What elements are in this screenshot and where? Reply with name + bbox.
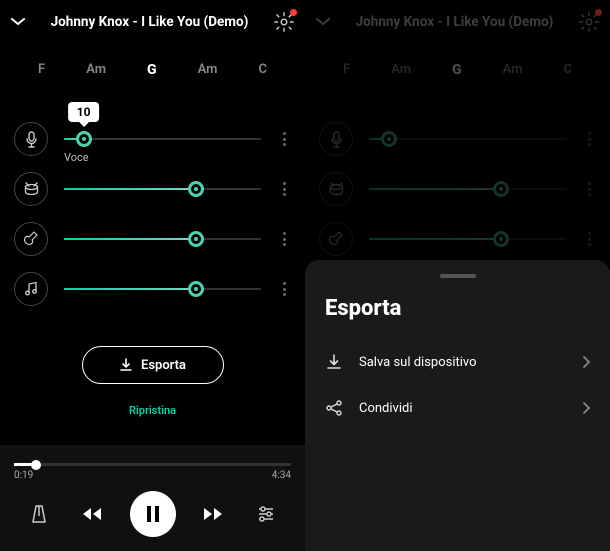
track-title: Johnny Knox - I Like You (Demo) bbox=[341, 14, 568, 30]
more-icon[interactable] bbox=[277, 182, 291, 196]
download-icon bbox=[325, 353, 343, 371]
header: Johnny Knox - I Like You (Demo) bbox=[0, 0, 305, 44]
track-list bbox=[305, 114, 610, 264]
screen-export-sheet: Johnny Knox - I Like You (Demo) F Am G A… bbox=[305, 0, 610, 551]
settings-button[interactable] bbox=[273, 11, 295, 33]
chord[interactable]: Am bbox=[198, 62, 218, 78]
mixer-icon[interactable] bbox=[251, 506, 281, 522]
more-icon bbox=[582, 232, 596, 246]
track-label: Voce bbox=[64, 151, 89, 164]
drums-icon[interactable] bbox=[14, 172, 48, 206]
sheet-item-save[interactable]: Salva sul dispositivo bbox=[325, 339, 590, 385]
track-row-drums bbox=[14, 164, 291, 214]
track-row-drums bbox=[319, 164, 596, 214]
progress-slider[interactable] bbox=[14, 463, 291, 466]
time-total: 4:34 bbox=[272, 470, 291, 481]
more-icon[interactable] bbox=[277, 132, 291, 146]
notification-dot-icon bbox=[595, 9, 602, 16]
pause-icon bbox=[146, 506, 160, 522]
volume-slider bbox=[369, 138, 566, 140]
chevron-right-icon bbox=[582, 356, 590, 368]
metronome-icon[interactable] bbox=[24, 504, 54, 524]
music-note-icon[interactable] bbox=[14, 272, 48, 306]
track-list: 10 Voce bbox=[0, 114, 305, 314]
guitar-icon bbox=[319, 222, 353, 256]
collapse-chevron-icon[interactable] bbox=[10, 18, 26, 26]
chord: Am bbox=[391, 62, 411, 78]
volume-slider[interactable] bbox=[64, 288, 261, 290]
chord-active[interactable]: G bbox=[147, 62, 157, 78]
track-row-guitar bbox=[319, 214, 596, 264]
drums-icon bbox=[319, 172, 353, 206]
volume-slider bbox=[369, 238, 566, 240]
export-sheet: Esporta Salva sul dispositivo Condividi bbox=[305, 260, 610, 551]
track-row-voice: 10 Voce bbox=[14, 114, 291, 164]
sheet-handle[interactable] bbox=[440, 274, 476, 278]
chord-strip[interactable]: F Am G Am C bbox=[0, 44, 305, 94]
chord: Am bbox=[503, 62, 523, 78]
track-row-music bbox=[14, 264, 291, 314]
volume-slider[interactable] bbox=[64, 238, 261, 240]
chevron-right-icon bbox=[582, 402, 590, 414]
more-icon bbox=[582, 182, 596, 196]
export-button[interactable]: Esporta bbox=[82, 346, 224, 384]
collapse-chevron-icon[interactable] bbox=[315, 18, 331, 26]
notification-dot-icon bbox=[290, 9, 297, 16]
mic-icon bbox=[319, 122, 353, 156]
chord[interactable]: Am bbox=[86, 62, 106, 78]
slider-tooltip: 10 bbox=[68, 102, 100, 122]
track-title: Johnny Knox - I Like You (Demo) bbox=[36, 14, 263, 30]
volume-slider[interactable] bbox=[64, 188, 261, 190]
track-row-voice bbox=[319, 114, 596, 164]
chord: C bbox=[563, 62, 572, 78]
volume-slider[interactable]: 10 Voce bbox=[64, 138, 261, 140]
sheet-item-share[interactable]: Condividi bbox=[325, 385, 590, 431]
player-bar: 0:19 4:34 bbox=[0, 445, 305, 551]
forward-button[interactable] bbox=[198, 507, 228, 521]
header: Johnny Knox - I Like You (Demo) bbox=[305, 0, 610, 44]
guitar-icon[interactable] bbox=[14, 222, 48, 256]
export-label: Esporta bbox=[141, 358, 186, 373]
share-icon bbox=[325, 399, 343, 417]
more-icon[interactable] bbox=[277, 282, 291, 296]
sheet-title: Esporta bbox=[325, 296, 590, 321]
more-icon bbox=[582, 132, 596, 146]
more-icon[interactable] bbox=[277, 232, 291, 246]
download-icon bbox=[119, 358, 133, 372]
sheet-item-label: Condividi bbox=[359, 401, 413, 416]
track-row-guitar bbox=[14, 214, 291, 264]
chord-active: G bbox=[452, 62, 462, 78]
restore-link[interactable]: Ripristina bbox=[0, 404, 305, 417]
settings-button[interactable] bbox=[578, 11, 600, 33]
rewind-button[interactable] bbox=[77, 507, 107, 521]
chord: F bbox=[343, 62, 350, 78]
chord[interactable]: F bbox=[38, 62, 45, 78]
play-pause-button[interactable] bbox=[130, 491, 176, 537]
volume-slider bbox=[369, 188, 566, 190]
chord[interactable]: C bbox=[258, 62, 267, 78]
screen-mixer: Johnny Knox - I Like You (Demo) F Am G A… bbox=[0, 0, 305, 551]
chord-strip: F Am G Am C bbox=[305, 44, 610, 94]
sheet-item-label: Salva sul dispositivo bbox=[359, 355, 477, 370]
time-current: 0:19 bbox=[14, 470, 33, 481]
mic-icon[interactable] bbox=[14, 122, 48, 156]
